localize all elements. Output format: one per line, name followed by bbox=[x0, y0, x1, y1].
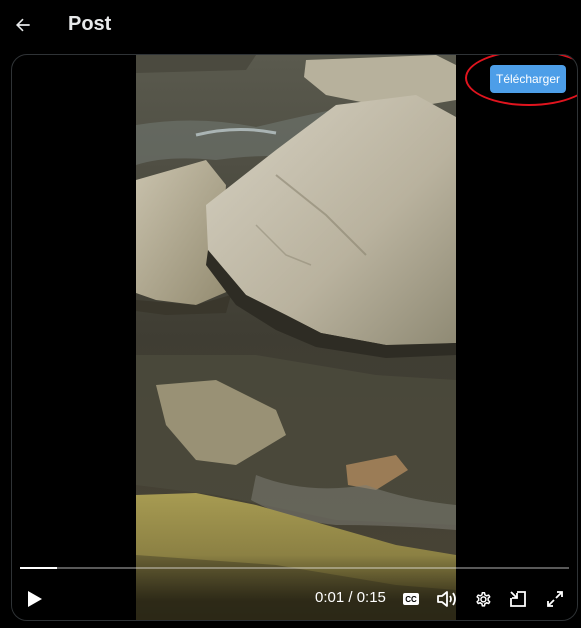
fullscreen-icon bbox=[547, 591, 563, 607]
cc-icon: CC bbox=[403, 593, 419, 605]
time-display: 0:01 / 0:15 bbox=[315, 589, 386, 606]
play-icon bbox=[28, 591, 42, 607]
arrow-left-icon bbox=[16, 18, 30, 32]
gear-icon bbox=[476, 592, 491, 607]
picture-in-picture-button[interactable] bbox=[507, 587, 529, 611]
picture-in-picture-icon bbox=[510, 591, 526, 607]
progress-bar[interactable] bbox=[20, 567, 569, 569]
page-title: Post bbox=[68, 13, 112, 35]
play-button[interactable] bbox=[24, 587, 46, 611]
fullscreen-button[interactable] bbox=[544, 587, 566, 611]
video-controls: 0:01 / 0:15 CC bbox=[12, 555, 577, 620]
progress-fill bbox=[20, 567, 57, 569]
download-button[interactable]: Télécharger bbox=[490, 65, 566, 93]
media-card: Télécharger 0:01 / 0:15 CC bbox=[11, 54, 578, 621]
video-still bbox=[136, 55, 456, 620]
back-button[interactable] bbox=[6, 8, 40, 42]
volume-button[interactable] bbox=[435, 587, 459, 611]
captions-button[interactable]: CC bbox=[402, 587, 420, 611]
volume-icon bbox=[437, 591, 456, 607]
video-frame[interactable] bbox=[136, 55, 456, 620]
post-header: Post bbox=[0, 0, 581, 52]
settings-button[interactable] bbox=[472, 587, 494, 611]
